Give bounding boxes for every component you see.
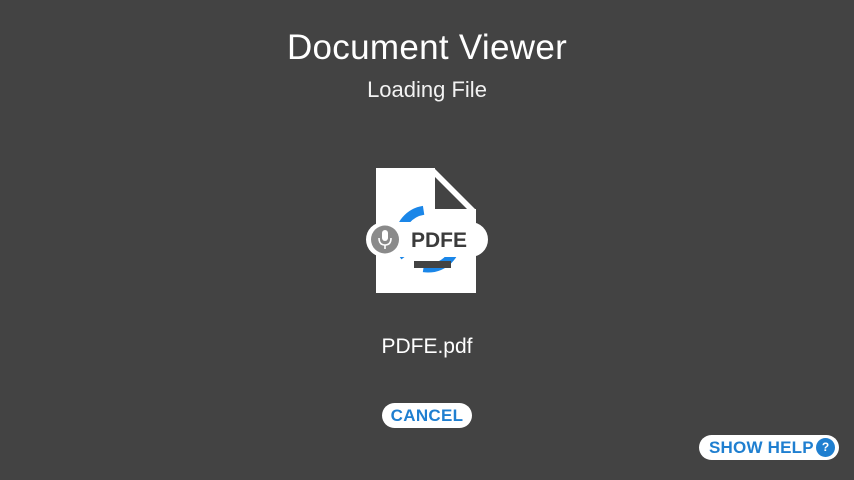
show-help-label: SHOW HELP (709, 437, 814, 457)
show-help-button[interactable]: SHOW HELP ? (699, 435, 839, 460)
page-subtitle: Loading File (367, 77, 487, 102)
loading-screen: Document Viewer Loading File PDFE PDFE.p… (0, 0, 854, 480)
microphone-icon (371, 225, 399, 254)
cancel-button[interactable]: CANCEL (382, 403, 472, 428)
question-icon: ? (816, 438, 835, 457)
page-title: Document Viewer (286, 28, 568, 67)
file-name: PDFE.pdf (381, 335, 473, 358)
document-icon: PDFE (366, 168, 488, 293)
document-badge-text: PDFE (411, 229, 467, 252)
